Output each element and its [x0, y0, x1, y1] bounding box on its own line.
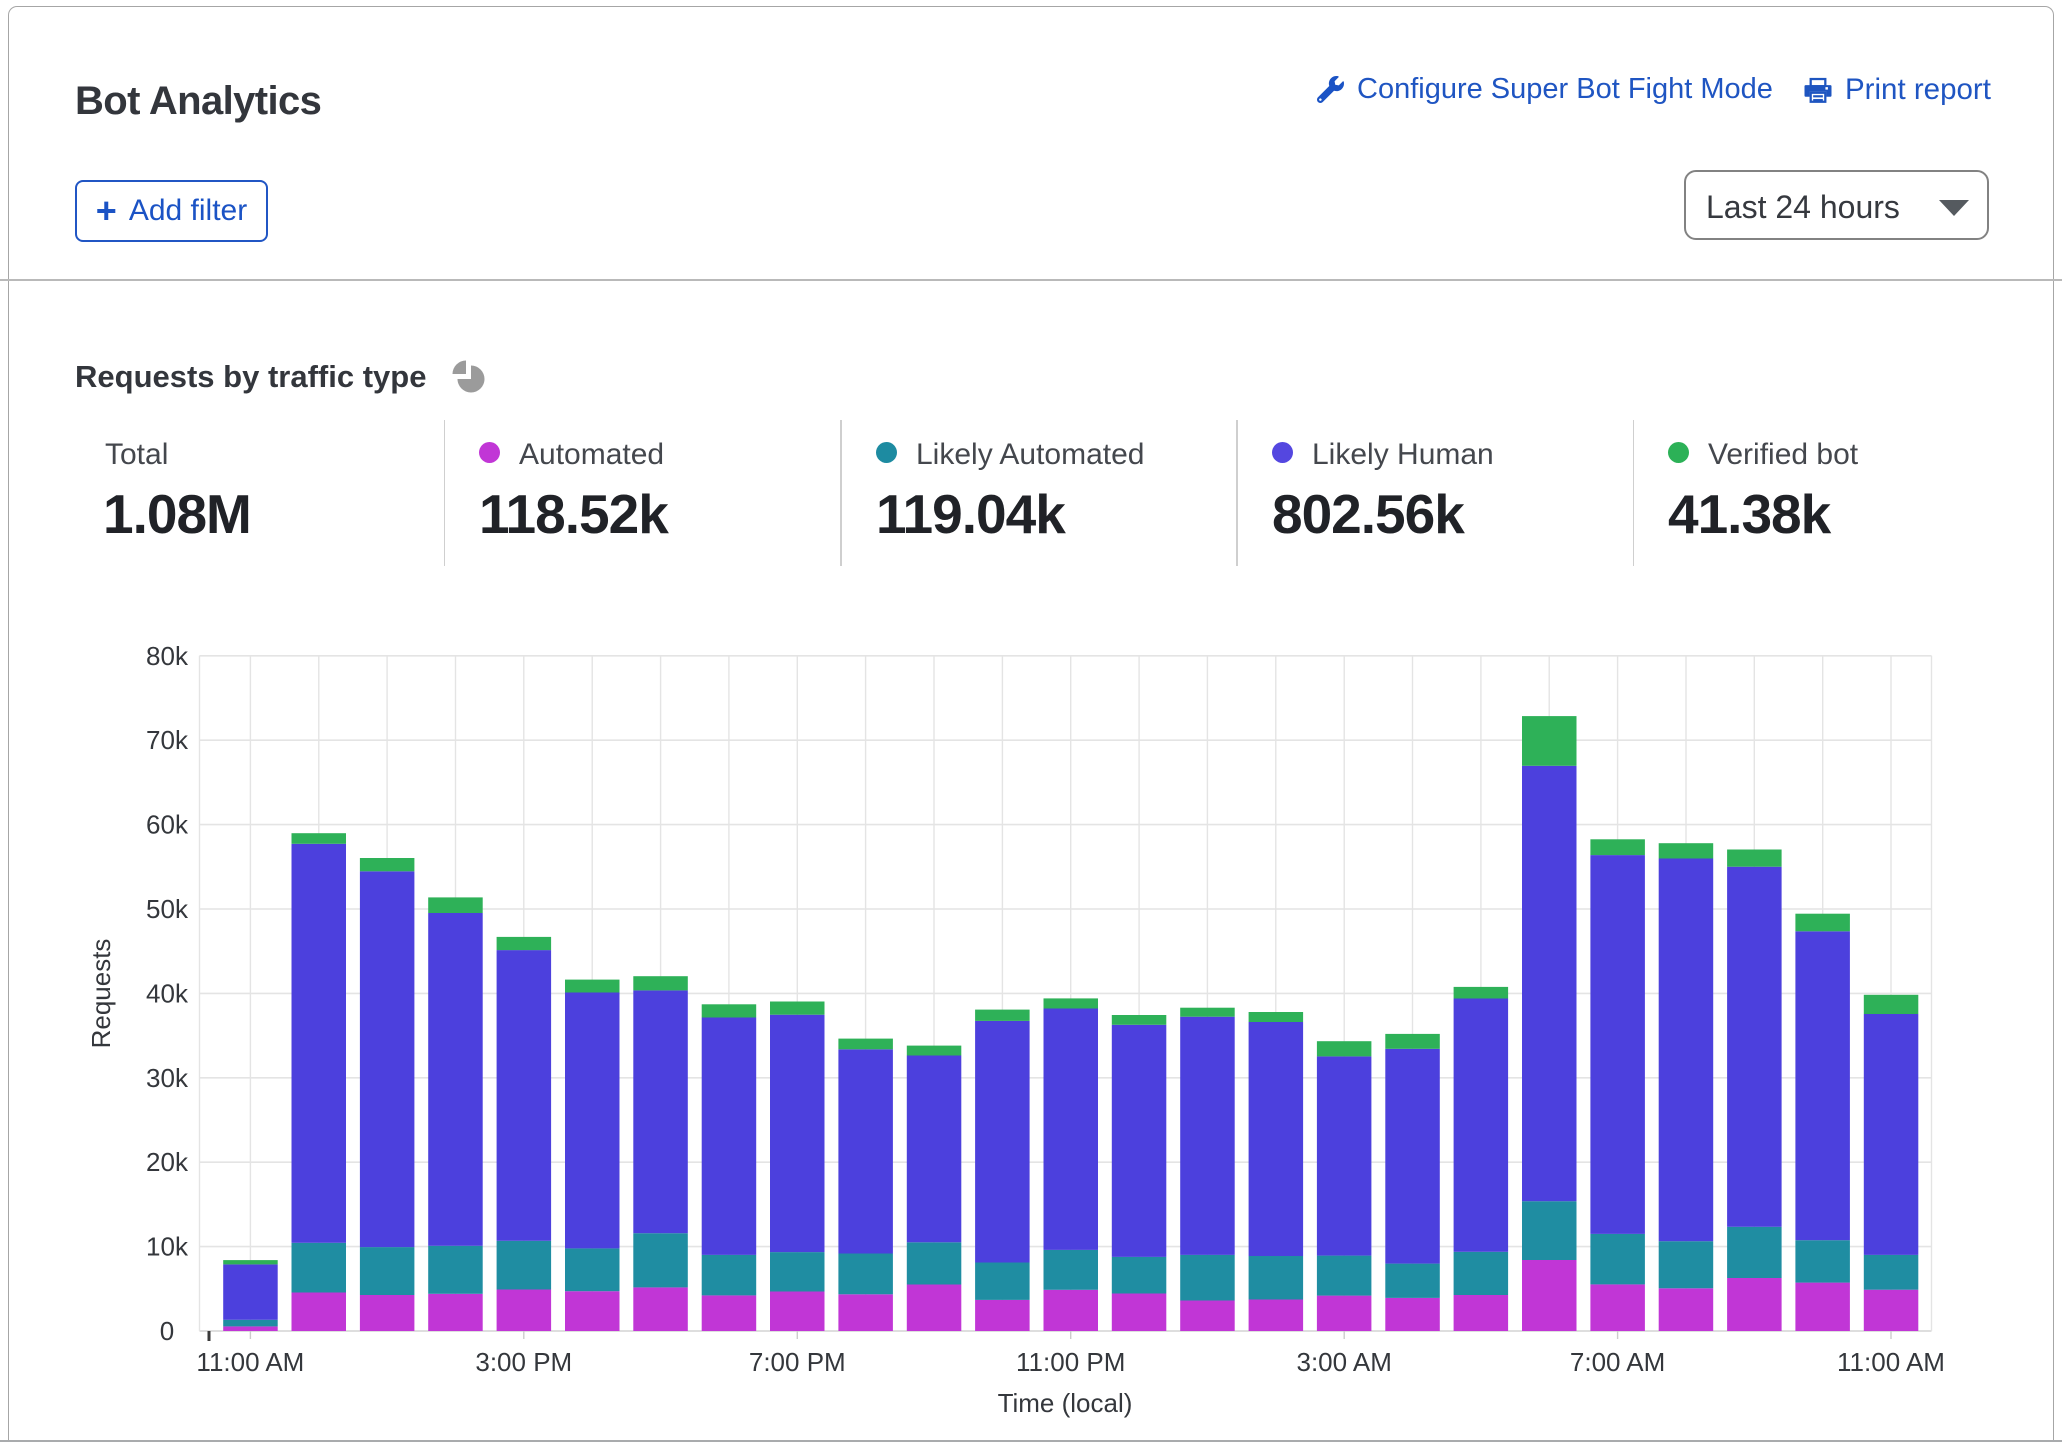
svg-text:7:00 PM: 7:00 PM	[749, 1347, 846, 1377]
svg-text:20k: 20k	[146, 1147, 189, 1177]
svg-text:70k: 70k	[146, 725, 189, 755]
svg-text:11:00 PM: 11:00 PM	[1016, 1347, 1125, 1377]
svg-text:3:00 PM: 3:00 PM	[475, 1347, 572, 1377]
svg-text:30k: 30k	[146, 1063, 189, 1093]
svg-text:10k: 10k	[146, 1232, 189, 1262]
svg-text:60k: 60k	[146, 810, 189, 840]
svg-text:7:00 AM: 7:00 AM	[1570, 1347, 1665, 1377]
svg-text:Time (local): Time (local)	[998, 1388, 1133, 1418]
svg-text:50k: 50k	[146, 894, 189, 924]
svg-text:80k: 80k	[146, 641, 189, 671]
svg-text:40k: 40k	[146, 978, 189, 1008]
svg-text:11:00 AM: 11:00 AM	[196, 1347, 304, 1377]
svg-text:3:00 AM: 3:00 AM	[1296, 1347, 1391, 1377]
svg-text:11:00 AM: 11:00 AM	[1837, 1347, 1945, 1377]
svg-text:0: 0	[160, 1316, 174, 1346]
svg-text:Requests: Requests	[86, 939, 116, 1049]
